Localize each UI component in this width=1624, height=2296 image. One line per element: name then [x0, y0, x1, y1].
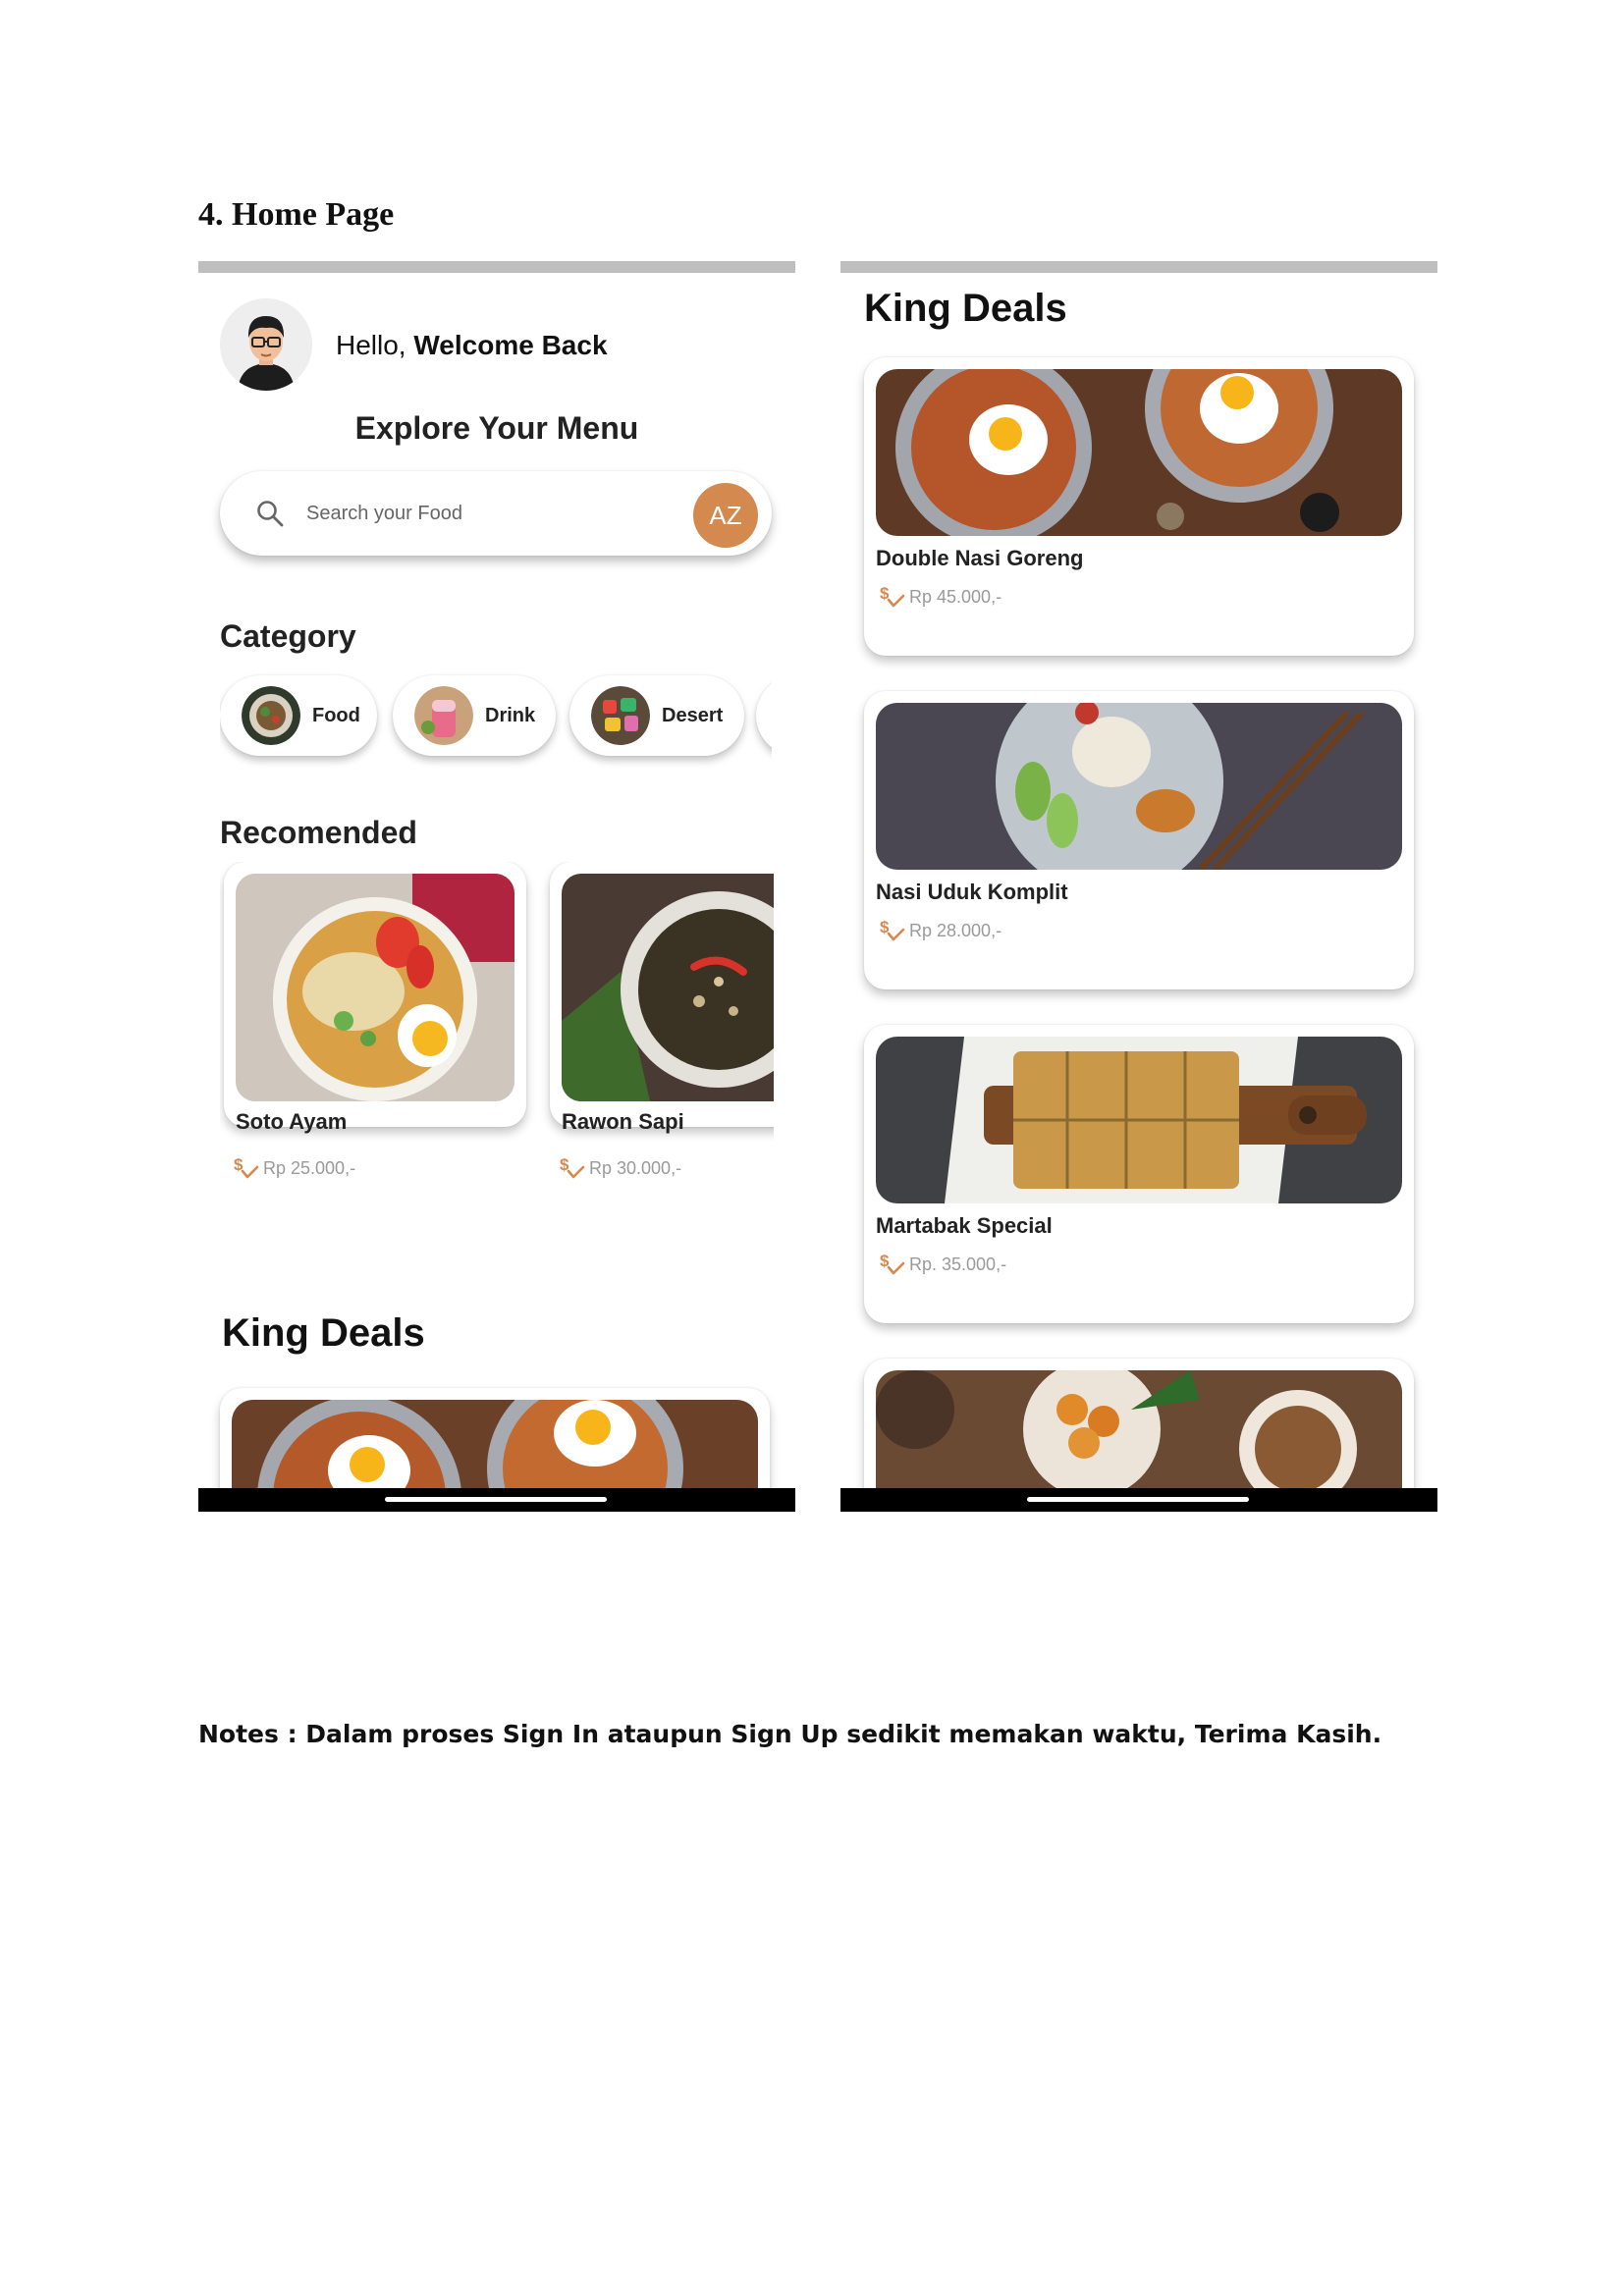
- food-name: Rawon Sapi: [562, 1109, 684, 1134]
- recommended-card[interactable]: Soto Ayam: [224, 862, 526, 1134]
- category-title: Category: [220, 618, 356, 654]
- deal-card-preview[interactable]: [220, 1388, 770, 1488]
- status-bar: [840, 261, 1437, 273]
- food-name: Martabak Special: [876, 1213, 1053, 1238]
- navigation-bar: [198, 1488, 795, 1512]
- food-price: Rp 30.000,-: [558, 1154, 681, 1182]
- food-name: Double Nasi Goreng: [876, 546, 1084, 570]
- food-category-icon: [242, 686, 300, 745]
- drink-category-icon: [414, 686, 473, 745]
- price-value: Rp. 35.000,-: [909, 1254, 1007, 1274]
- section-heading: 4. Home Page: [198, 196, 395, 233]
- klepon-image: [876, 1370, 1402, 1488]
- deal-card[interactable]: Martabak Special Rp. 35.000,-: [864, 1025, 1414, 1323]
- search-bar[interactable]: AZ: [220, 471, 772, 556]
- user-avatar-icon: [220, 298, 312, 391]
- deal-card-preview[interactable]: [864, 1359, 1414, 1488]
- deal-card[interactable]: Nasi Uduk Komplit Rp 28.000,-: [864, 691, 1414, 989]
- greeting-prefix: Hello,: [336, 330, 406, 360]
- dollar-check-icon: [558, 1154, 585, 1182]
- food-price: Rp 25.000,-: [232, 1154, 355, 1182]
- food-price: Rp. 35.000,-: [878, 1251, 1006, 1278]
- nasi-uduk-komplit-image: [876, 703, 1402, 870]
- home-indicator[interactable]: [385, 1497, 607, 1502]
- rawon-sapi-image: [562, 874, 774, 1101]
- home-indicator[interactable]: [1027, 1497, 1249, 1502]
- category-chip-drink[interactable]: Drink: [393, 675, 556, 756]
- dollar-check-icon: [878, 583, 905, 611]
- price-value: Rp 28.000,-: [909, 920, 1002, 940]
- home-scroll-area[interactable]: Hello, Welcome Back Explore Your Menu AZ…: [198, 273, 795, 1488]
- status-bar: [198, 261, 795, 273]
- deal-card[interactable]: Double Nasi Goreng Rp 45.000,-: [864, 357, 1414, 656]
- food-price: Rp 45.000,-: [878, 583, 1001, 611]
- category-label: Food: [312, 704, 360, 726]
- king-deals-screen: King Deals Double Nasi Goreng Rp 45.000,…: [840, 261, 1437, 1512]
- double-nasi-goreng-image: [232, 1400, 758, 1488]
- desert-category-icon: [591, 686, 650, 745]
- category-chip-desert[interactable]: Desert: [569, 675, 744, 756]
- food-name: Soto Ayam: [236, 1109, 348, 1134]
- food-name: Nasi Uduk Komplit: [876, 880, 1068, 904]
- recommended-title: Recomended: [220, 815, 417, 850]
- recommended-card[interactable]: Rawon Sapi: [550, 862, 774, 1134]
- category-chip-food[interactable]: Food: [220, 675, 377, 756]
- category-list[interactable]: Food Drink Desert: [220, 671, 772, 770]
- dollar-check-icon: [878, 1251, 905, 1278]
- greeting-name: Welcome Back: [413, 330, 608, 360]
- category-chip-more[interactable]: [756, 675, 772, 756]
- home-screen: Hello, Welcome Back Explore Your Menu AZ…: [198, 261, 795, 1512]
- double-nasi-goreng-image: [876, 369, 1402, 536]
- explore-title: Explore Your Menu: [354, 410, 639, 446]
- search-icon: [257, 501, 284, 527]
- king-deals-title: King Deals: [222, 1311, 425, 1355]
- dollar-check-icon: [232, 1154, 259, 1182]
- dollar-check-icon: [878, 917, 905, 944]
- price-value: Rp 45.000,-: [909, 586, 1002, 607]
- price-value: Rp 30.000,-: [589, 1157, 682, 1178]
- price-value: Rp 25.000,-: [263, 1157, 356, 1178]
- page-title: King Deals: [864, 287, 1067, 330]
- sort-az-icon: AZ: [709, 500, 742, 530]
- category-label: Drink: [485, 704, 536, 726]
- recommended-list[interactable]: Soto Ayam Rawon Sapi: [220, 862, 774, 1147]
- avatar[interactable]: [220, 298, 312, 391]
- greeting: Hello, Welcome Back: [336, 330, 608, 361]
- category-label: Desert: [662, 704, 724, 726]
- search-input[interactable]: [304, 491, 652, 536]
- notes-text: Notes : Dalam proses Sign In ataupun Sig…: [198, 1720, 1382, 1748]
- navigation-bar: [840, 1488, 1437, 1512]
- food-price: Rp 28.000,-: [878, 917, 1001, 944]
- sort-az-button[interactable]: AZ: [693, 483, 758, 548]
- martabak-special-image: [876, 1037, 1402, 1203]
- deals-scroll-area[interactable]: King Deals Double Nasi Goreng Rp 45.000,…: [840, 273, 1437, 1488]
- soto-ayam-image: [236, 874, 514, 1101]
